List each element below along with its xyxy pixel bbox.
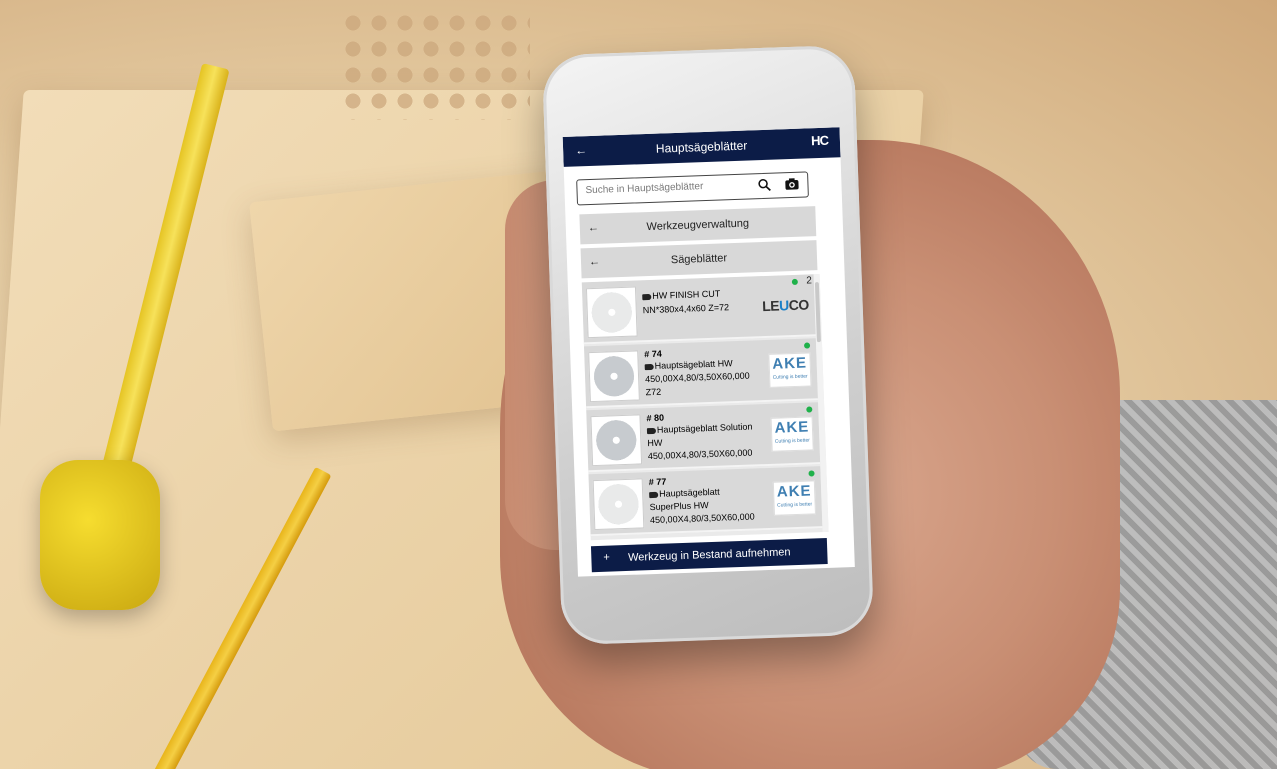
phone-screen: ← Hauptsägeblätter HC ← Werkzeugverwaltu… — [562, 127, 855, 577]
nav-label: Sägeblätter — [670, 252, 728, 267]
tag-icon — [649, 491, 659, 498]
nav-saegeblaetter[interactable]: ← Sägeblätter — [580, 240, 818, 279]
nav-label: Werkzeugverwaltung — [646, 217, 750, 234]
status-dot — [808, 470, 815, 477]
brand-logo-ake: AKE Cutting is better — [768, 352, 812, 388]
status-dot — [806, 406, 813, 413]
item-detail: NN*380x4,4x60 Z=72 — [642, 302, 730, 316]
sawblade-image — [588, 350, 640, 403]
app-logo: HC — [810, 132, 829, 149]
search-bar — [576, 171, 809, 206]
brand-logo-ake: AKE Cutting is better — [770, 416, 814, 452]
list-item[interactable]: # 80 Hauptsägeblatt Solution HW 450,00X4… — [586, 402, 821, 473]
stock-count: 2 — [806, 275, 813, 287]
item-extra: Z72 — [645, 386, 662, 398]
tag-icon — [644, 363, 654, 370]
camera-icon[interactable] — [784, 177, 799, 192]
nav-werkzeugverwaltung[interactable]: ← Werkzeugverwaltung — [579, 206, 817, 245]
app-header: ← Hauptsägeblätter HC — [562, 127, 841, 167]
sawblade-image — [585, 286, 638, 339]
add-to-stock-label: Werkzeug in Bestand aufnehmen — [627, 546, 791, 564]
brand-logo-ake: AKE Cutting is better — [772, 480, 816, 516]
sawblade-image — [590, 414, 643, 467]
item-number: # 74 — [644, 348, 662, 360]
list-item[interactable]: # 77 Hauptsägeblatt SuperPlus HW 450,00X… — [588, 466, 823, 537]
brand-logo-leuco: LEUCO — [761, 296, 809, 315]
status-dot — [791, 278, 798, 286]
item-number: # 80 — [646, 412, 665, 424]
item-extra: 450,00X4,80/3,50X60,000 — [647, 447, 753, 462]
smartphone: ← Hauptsägeblätter HC ← Werkzeugverwaltu… — [541, 44, 875, 646]
wood-dowels — [340, 10, 530, 120]
list-item[interactable]: # 74 Hauptsägeblatt HW 450,00X4,80/3,50X… — [583, 338, 818, 409]
search-icon[interactable] — [757, 178, 771, 192]
search-input[interactable] — [583, 178, 758, 198]
item-extra: 450,00X4,80/3,50X60,000 — [649, 511, 755, 526]
tag-icon — [642, 293, 652, 300]
sawblade-image — [592, 478, 645, 531]
add-to-stock-button[interactable]: + Werkzeug in Bestand aufnehmen — [590, 537, 828, 573]
tool-list[interactable]: HW FINISH CUT NN*380x4,4x60 Z=72 2 LEUCO… — [581, 274, 829, 541]
list-item[interactable]: HW FINISH CUT NN*380x4,4x60 Z=72 2 LEUCO — [581, 274, 816, 345]
page-title: Hauptsägeblätter — [655, 138, 748, 156]
measuring-tape — [40, 460, 160, 610]
status-dot — [803, 342, 811, 349]
scrollbar-thumb[interactable] — [814, 282, 821, 343]
item-number: # 77 — [648, 476, 667, 488]
tag-icon — [646, 427, 657, 434]
